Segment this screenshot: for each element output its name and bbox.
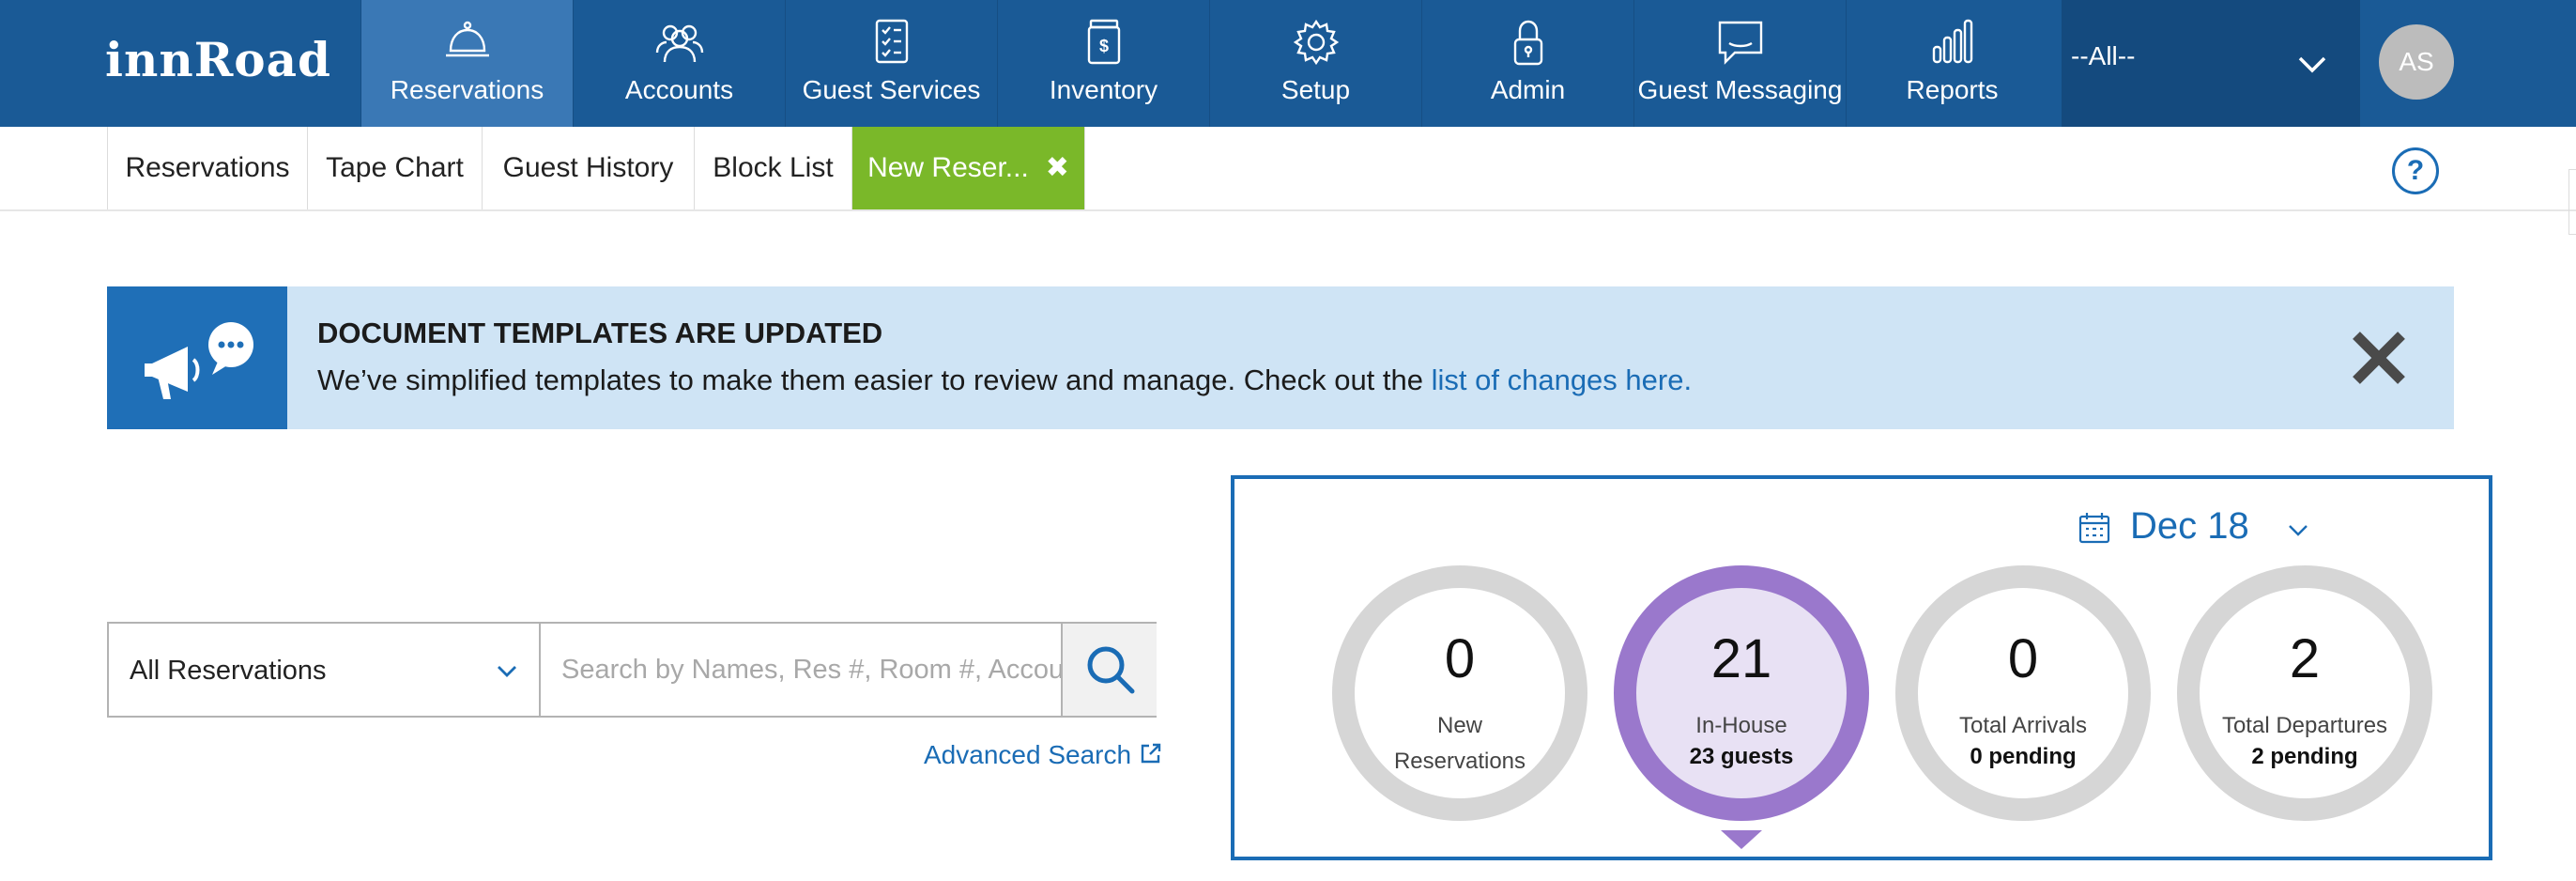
stat-subtext: 23 guests (1689, 744, 1794, 769)
calendar-icon (2078, 511, 2111, 545)
daily-stats-panel: Dec 18 0 New Reservations 21 In-House 23… (1231, 475, 2492, 860)
tab-reservations[interactable]: Reservations (107, 127, 308, 209)
nav-label: Guest Services (802, 75, 981, 104)
nav-inventory[interactable]: $ Inventory (997, 0, 1209, 127)
search-input[interactable] (543, 624, 1061, 716)
nav-label: Reservations (390, 75, 544, 104)
stat-label: Total Departures (2221, 713, 2388, 738)
nav-setup[interactable]: Setup (1209, 0, 1421, 127)
users-icon (653, 17, 706, 68)
side-panel-handle[interactable] (2568, 169, 2576, 235)
nav-guest-services[interactable]: Guest Services (785, 0, 997, 127)
bell-icon (441, 17, 494, 68)
checklist-icon (866, 17, 918, 68)
nav-admin[interactable]: Admin (1421, 0, 1633, 127)
nav-reservations[interactable]: Reservations (360, 0, 573, 127)
reservation-search: All Reservations (107, 622, 1157, 718)
nav-label: Setup (1280, 75, 1351, 104)
avatar[interactable]: AS (2379, 24, 2454, 100)
stat-number: 21 (1710, 628, 1772, 689)
banner-title: DOCUMENT TEMPLATES ARE UPDATED (317, 317, 883, 349)
banner-text: We’ve simplified templates to make them … (317, 363, 1692, 397)
nav-label: Inventory (1049, 75, 1158, 104)
close-icon (2353, 332, 2405, 384)
stat-number: 0 (1444, 628, 1476, 689)
stat-total-arrivals[interactable]: 0 Total Arrivals 0 pending (1895, 565, 2151, 821)
nav-accounts[interactable]: Accounts (573, 0, 785, 127)
stat-subtext: 0 pending (1970, 744, 2077, 769)
selected-date: Dec 18 (2130, 505, 2249, 547)
property-select[interactable]: --All-- (2062, 0, 2360, 127)
stat-total-departures[interactable]: 2 Total Departures 2 pending (2177, 565, 2432, 821)
stat-new-reservations[interactable]: 0 New Reservations (1332, 565, 1587, 821)
list-of-changes-link[interactable]: list of changes here. (1432, 363, 1692, 396)
svg-text:$: $ (1098, 37, 1108, 55)
stat-label-line: Reservations (1393, 749, 1526, 774)
top-nav: innRoad Reservations Accounts Guest Serv… (0, 0, 2576, 127)
banner-icon-box (107, 286, 287, 429)
active-stat-pointer (1721, 830, 1762, 849)
bar-chart-icon (1926, 17, 1979, 68)
stat-label-line: New (1436, 713, 1482, 738)
nav-reports[interactable]: Reports (1846, 0, 2058, 127)
stat-number: 2 (2289, 628, 2321, 689)
chevron-down-icon (494, 657, 520, 684)
property-select-value: --All-- (2071, 41, 2136, 70)
message-icon (1714, 17, 1767, 68)
tab-new-reservation[interactable]: New Reser... ✖ (852, 127, 1085, 209)
announcement-banner: DOCUMENT TEMPLATES ARE UPDATED We’ve sim… (107, 286, 2454, 429)
nav-label: Accounts (624, 75, 734, 104)
advanced-search-link[interactable]: Advanced Search (924, 740, 1163, 770)
stat-number: 0 (2007, 628, 2039, 689)
chevron-down-icon (2296, 49, 2328, 81)
tab-tape-chart[interactable]: Tape Chart (308, 127, 483, 209)
stat-label: In-House (1695, 713, 1787, 738)
nav-label: Admin (1490, 75, 1566, 104)
advanced-search-label: Advanced Search (924, 740, 1132, 769)
banner-body: We’ve simplified templates to make them … (317, 363, 1432, 396)
tab-block-list[interactable]: Block List (695, 127, 852, 209)
stat-label: New Reservations (1355, 708, 1565, 780)
banner-close-button[interactable] (2343, 322, 2415, 394)
tab-guest-history[interactable]: Guest History (483, 127, 695, 209)
search-icon (1087, 646, 1135, 694)
chevron-down-icon (2286, 518, 2310, 543)
innroad-logo[interactable]: innRoad (105, 32, 331, 87)
sub-tab-bar: Reservations Tape Chart Guest History Bl… (0, 127, 2576, 211)
tab-new-reservation-label: New Reser... (867, 152, 1029, 183)
search-button[interactable] (1061, 624, 1157, 716)
external-link-icon (1141, 743, 1161, 764)
stat-label: Total Arrivals (1958, 713, 2088, 738)
nav-label: Guest Messaging (1637, 75, 1843, 104)
lock-icon (1502, 17, 1555, 68)
nav-guest-messaging[interactable]: Guest Messaging (1633, 0, 1846, 127)
megaphone-icon (145, 322, 253, 399)
close-icon[interactable]: ✖ (1046, 127, 1069, 209)
reservation-filter-value: All Reservations (130, 656, 327, 686)
help-button[interactable]: ? (2392, 147, 2439, 194)
stat-subtext: 2 pending (2251, 744, 2358, 769)
stat-in-house[interactable]: 21 In-House 23 guests (1614, 565, 1869, 821)
reservation-filter-select[interactable]: All Reservations (109, 624, 541, 716)
gear-icon (1290, 17, 1342, 68)
inventory-jar-icon: $ (1078, 17, 1130, 68)
nav-label: Reports (1906, 75, 1999, 104)
